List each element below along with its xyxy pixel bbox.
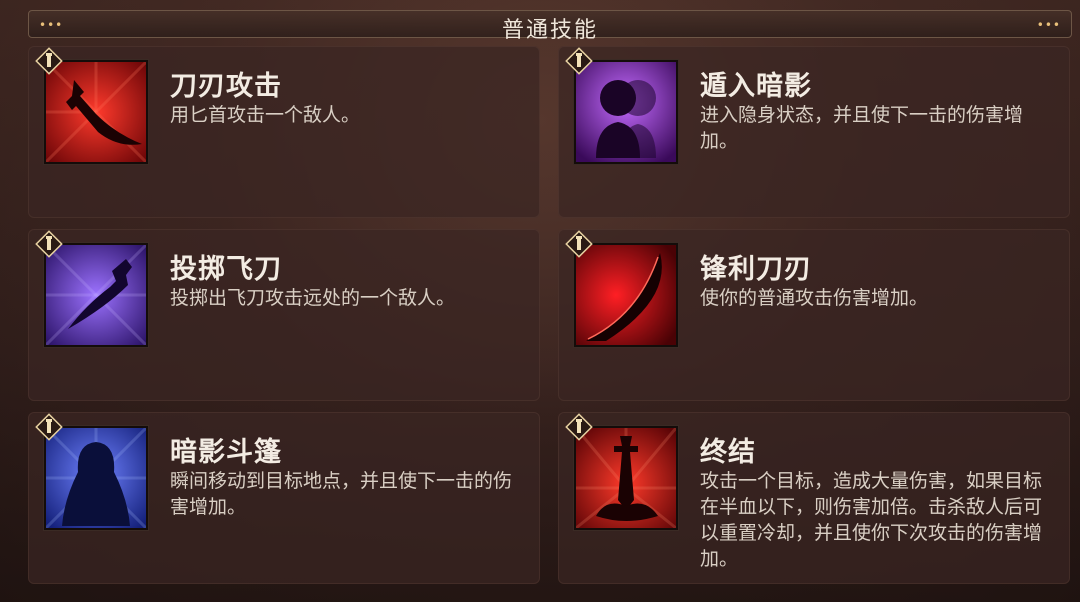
skill-card-shadow-cloak[interactable]: 暗影斗篷 瞬间移动到目标地点，并且使下一击的伤害增加。 bbox=[28, 412, 540, 584]
skill-description: 使你的普通攻击伤害增加。 bbox=[700, 287, 929, 309]
skill-card-throwing-knife[interactable]: 投掷飞刀 投掷出飞刀攻击远处的一个敌人。 bbox=[28, 229, 540, 401]
section-header: ••• 普通技能 ••• bbox=[28, 10, 1072, 43]
skill-name: 投掷飞刀 bbox=[170, 254, 282, 285]
skill-name: 暗影斗篷 bbox=[170, 437, 282, 468]
skill-description: 进入隐身状态，并且使下一击的伤害增加。 bbox=[700, 104, 1024, 152]
skill-name: 终结 bbox=[700, 437, 756, 468]
section-title: 普通技能 bbox=[501, 18, 598, 43]
skill-description: 用匕首攻击一个敌人。 bbox=[170, 104, 361, 126]
skill-card-blade-attack[interactable]: 刀刃攻击 用匕首攻击一个敌人。 bbox=[28, 46, 540, 218]
info-badge-icon[interactable] bbox=[564, 229, 594, 259]
info-badge-icon[interactable] bbox=[34, 412, 64, 442]
skill-name: 遁入暗影 bbox=[700, 71, 812, 102]
skill-description: 攻击一个目标，造成大量伤害，如果目标在半血以下，则伤害加倍。击杀敌人后可以重置冷… bbox=[700, 470, 1043, 570]
ornament-right: ••• bbox=[1036, 18, 1061, 32]
skill-name: 锋利刀刃 bbox=[700, 254, 812, 285]
skill-name: 刀刃攻击 bbox=[170, 71, 282, 102]
info-badge-icon[interactable] bbox=[564, 46, 594, 76]
skill-card-sharp-blade[interactable]: 锋利刀刃 使你的普通攻击伤害增加。 bbox=[558, 229, 1070, 401]
skill-card-finisher[interactable]: 终结 攻击一个目标，造成大量伤害，如果目标在半血以下，则伤害加倍。击杀敌人后可以… bbox=[558, 412, 1070, 584]
skill-card-enter-shadow[interactable]: 遁入暗影 进入隐身状态，并且使下一击的伤害增加。 bbox=[558, 46, 1070, 218]
info-badge-icon[interactable] bbox=[564, 412, 594, 442]
skill-description: 瞬间移动到目标地点，并且使下一击的伤害增加。 bbox=[170, 470, 513, 518]
skill-description: 投掷出飞刀攻击远处的一个敌人。 bbox=[170, 287, 456, 309]
info-badge-icon[interactable] bbox=[34, 46, 64, 76]
info-badge-icon[interactable] bbox=[34, 229, 64, 259]
